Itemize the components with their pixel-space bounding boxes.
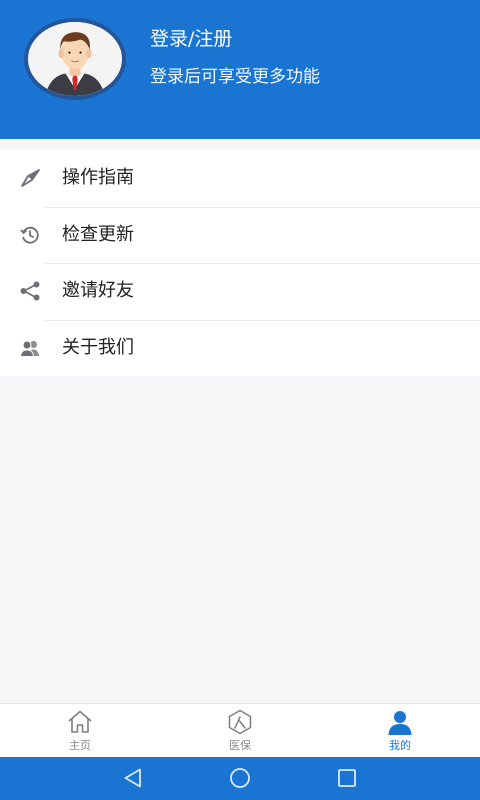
menu-item-label: 邀请好友 (62, 280, 134, 301)
tab-home[interactable]: 主页 (40, 704, 120, 758)
login-register-link[interactable]: 登录/注册 (150, 27, 232, 51)
recents-icon[interactable] (335, 767, 359, 789)
login-hint-text: 登录后可享受更多功能 (150, 67, 320, 87)
tab-label: 医保 (229, 739, 251, 752)
home-icon (66, 708, 94, 736)
back-icon[interactable] (121, 767, 145, 789)
refresh-clock-icon (19, 224, 41, 246)
person-shield-icon (226, 708, 254, 736)
user-avatar-icon (28, 22, 122, 96)
bottom-tab-bar: 主页 医保 我的 (0, 703, 480, 757)
profile-header: 登录/注册 登录后可享受更多功能 (0, 0, 480, 139)
tab-mine[interactable]: 我的 (360, 704, 440, 758)
menu-item-about-us[interactable]: 关于我们 (0, 319, 480, 377)
tab-label: 我的 (389, 739, 411, 752)
profile-icon (386, 708, 414, 736)
tab-medical-insurance[interactable]: 医保 (200, 704, 280, 758)
home-circle-icon[interactable] (228, 767, 252, 789)
menu-item-label: 操作指南 (62, 167, 134, 188)
users-icon (19, 337, 41, 359)
menu-item-check-update[interactable]: 检查更新 (0, 206, 480, 264)
menu-item-label: 关于我们 (62, 336, 134, 358)
menu-item-invite-friends[interactable]: 邀请好友 (0, 263, 480, 320)
avatar[interactable] (24, 18, 126, 100)
tab-label: 主页 (69, 739, 91, 752)
compass-icon (19, 167, 41, 189)
system-navigation-bar (0, 757, 480, 800)
menu-item-guide[interactable]: 操作指南 (0, 150, 480, 207)
menu-item-label: 检查更新 (62, 223, 134, 245)
share-icon (19, 280, 41, 302)
settings-menu: 操作指南 检查更新 邀请好友 关于我们 (0, 150, 480, 376)
